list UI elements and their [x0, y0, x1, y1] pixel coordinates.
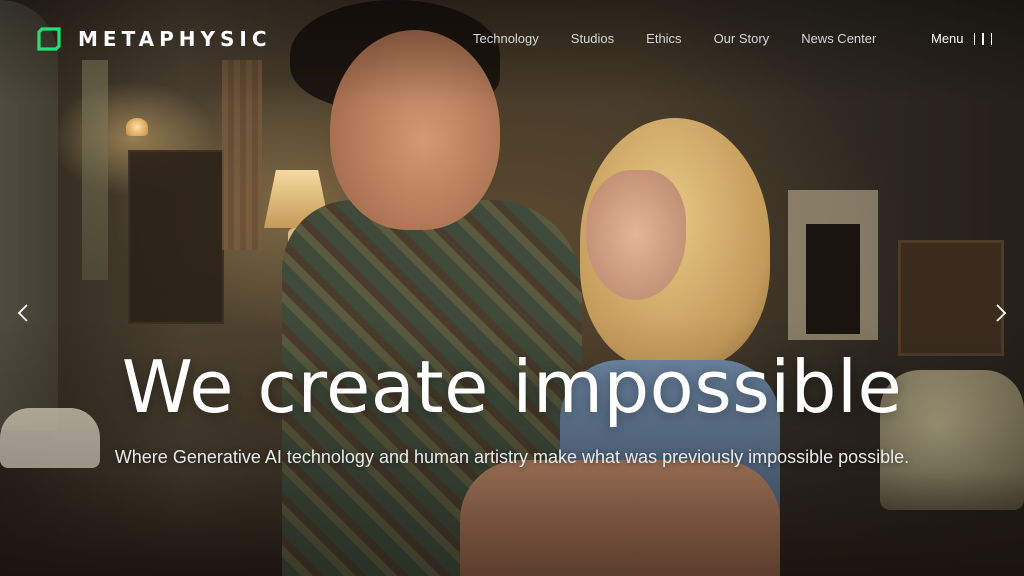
nav-item-news-center[interactable]: News Center: [801, 31, 876, 46]
hero-title: We create impossible: [121, 345, 903, 429]
site-header: METAPHYSIC Technology Studios Ethics Our…: [0, 0, 1024, 78]
square-outline-logo-icon: [36, 26, 62, 52]
nav-item-our-story[interactable]: Our Story: [714, 31, 770, 46]
menu-button[interactable]: Menu: [931, 31, 993, 46]
brand-logo-link[interactable]: METAPHYSIC: [36, 26, 272, 52]
hero-section: METAPHYSIC Technology Studios Ethics Our…: [0, 0, 1024, 576]
nav-item-studios[interactable]: Studios: [571, 31, 614, 46]
menu-label: Menu: [931, 31, 964, 46]
hero-background-image: [0, 0, 1024, 576]
carousel-prev-button[interactable]: [12, 302, 34, 324]
chevron-left-icon: [17, 304, 28, 322]
brand-name: METAPHYSIC: [78, 27, 272, 51]
main-nav: Technology Studios Ethics Our Story News…: [473, 31, 908, 46]
nav-item-technology[interactable]: Technology: [473, 31, 539, 46]
carousel-next-button[interactable]: [990, 302, 1012, 324]
nav-item-ethics[interactable]: Ethics: [646, 31, 681, 46]
chevron-right-icon: [996, 304, 1007, 322]
hero-subtitle: Where Generative AI technology and human…: [114, 447, 910, 467]
three-bar-menu-icon: [973, 32, 993, 46]
